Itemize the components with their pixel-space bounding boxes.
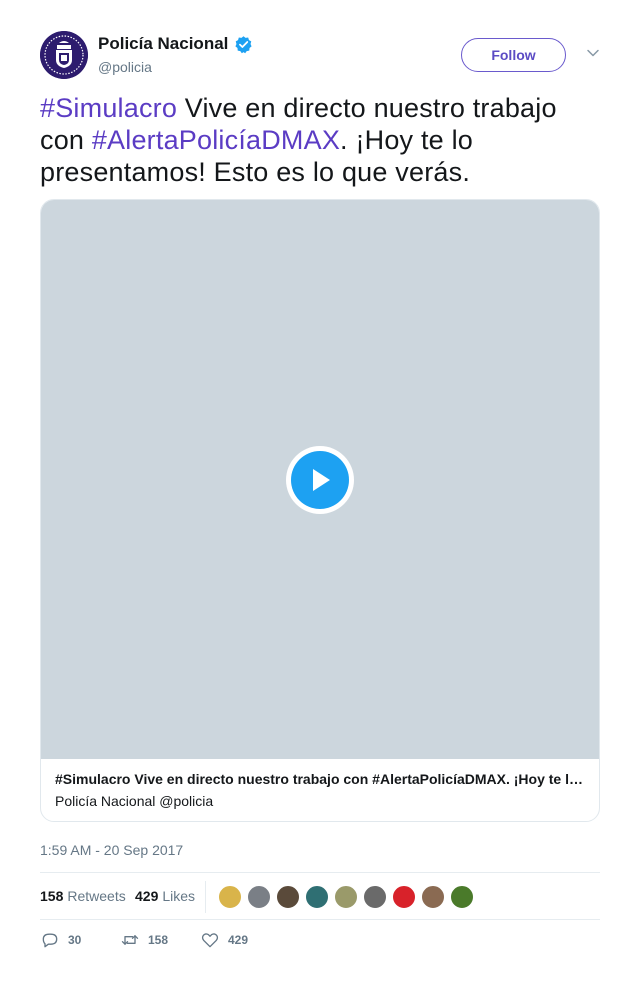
author-avatar[interactable] [40, 31, 88, 79]
author-handle[interactable]: @policia [98, 59, 152, 75]
play-button-inner [291, 451, 349, 509]
liker-avatar[interactable] [218, 885, 242, 909]
reply-count: 30 [68, 933, 82, 947]
reply-button[interactable]: 30 [40, 930, 81, 950]
liker-avatar[interactable] [276, 885, 300, 909]
heart-icon [201, 933, 219, 948]
stats-divider [205, 881, 206, 913]
author-name-row[interactable]: Policía Nacional [98, 34, 253, 54]
tweet-actions: 30 158 429 [40, 930, 340, 954]
like-button[interactable]: 429 [200, 930, 248, 950]
reply-icon [42, 933, 58, 948]
retweets-stat[interactable]: 158 Retweets [40, 888, 126, 904]
police-crest-icon [40, 31, 88, 79]
video-card[interactable]: #Simulacro Vive en directo nuestro traba… [40, 199, 600, 822]
verified-badge-icon [235, 35, 252, 53]
retweet-count: 158 [148, 933, 169, 947]
author-display-name[interactable]: Policía Nacional [98, 34, 228, 54]
liker-avatar[interactable] [247, 885, 271, 909]
hashtag-link[interactable]: #Simulacro [40, 93, 177, 123]
tweet-text: #Simulacro Vive en directo nuestro traba… [40, 92, 600, 188]
engagement-stats: 158 Retweets 429 Likes [40, 872, 600, 920]
retweets-label: Retweets [67, 888, 126, 904]
likes-count: 429 [135, 888, 159, 904]
retweets-count: 158 [40, 888, 64, 904]
likes-label: Likes [162, 888, 196, 904]
play-icon [313, 469, 330, 491]
liker-avatar[interactable] [450, 885, 474, 909]
video-player[interactable] [41, 200, 599, 759]
likes-stat[interactable]: 429 Likes [135, 888, 195, 904]
likers-avatars [218, 885, 479, 909]
like-count: 429 [228, 933, 249, 947]
follow-button[interactable]: Follow [461, 38, 566, 72]
play-button[interactable] [286, 446, 354, 514]
tweet-header: Policía Nacional @policia Follow [40, 31, 600, 81]
retweet-icon [121, 935, 139, 945]
liker-avatar[interactable] [421, 885, 445, 909]
chevron-down-icon[interactable] [585, 45, 601, 61]
liker-avatar[interactable] [334, 885, 358, 909]
liker-avatar[interactable] [305, 885, 329, 909]
card-title[interactable]: #Simulacro Vive en directo nuestro traba… [55, 771, 585, 787]
tweet-timestamp[interactable]: 1:59 AM - 20 Sep 2017 [40, 842, 183, 858]
retweet-button[interactable]: 158 [120, 930, 168, 950]
hashtag-link[interactable]: #AlertaPolicíaDMAX [92, 125, 340, 155]
card-source: Policía Nacional @policia [55, 793, 214, 809]
liker-avatar[interactable] [392, 885, 416, 909]
liker-avatar[interactable] [363, 885, 387, 909]
